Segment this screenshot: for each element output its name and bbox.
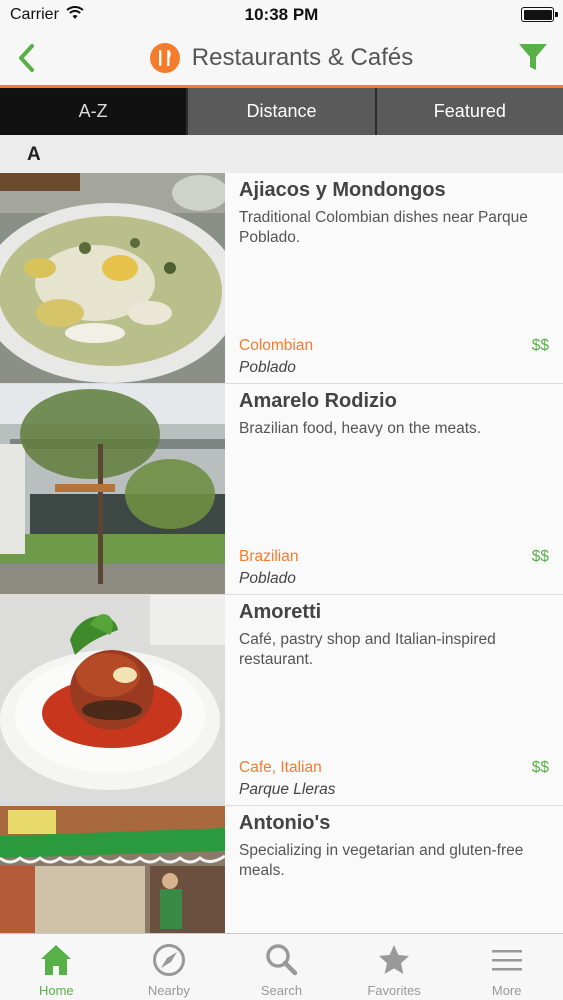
fork-knife-icon [149,42,180,73]
restaurant-name: Antonio's [239,812,331,834]
restaurant-row[interactable]: Amarelo Rodizio Brazilian food, heavy on… [0,384,563,595]
tab-search[interactable]: Search [225,934,338,1000]
star-icon [379,945,410,974]
storefront-photo [0,806,225,933]
battery-icon [521,7,558,22]
search-icon [266,944,298,976]
tab-label: Home [38,983,74,998]
segment-featured[interactable]: Featured [374,88,563,135]
restaurant-cuisine: Cafe, Italian [239,759,322,776]
restaurant-price: $$ [531,548,549,565]
restaurant-area: Poblado [239,359,296,376]
dish-photo [0,595,225,805]
restaurant-description: Traditional Colombian dishes near Parque… [239,209,528,246]
home-icon [41,945,72,975]
navigation-bar: Restaurants & Cafés [0,30,563,85]
restaurant-name: Amarelo Rodizio [239,390,397,412]
restaurant-price: $$ [531,759,549,776]
compass-icon [152,944,185,976]
restaurant-description: Brazilian food, heavy on the meats. [239,420,482,437]
clock: 10:38 PM [244,5,319,24]
restaurant-area: Poblado [239,570,296,587]
tab-label: Favorites [367,983,421,998]
restaurant-list: Ajiacos y Mondongos Traditional Colombia… [0,173,563,933]
restaurant-name: Amoretti [239,601,322,623]
tab-nearby[interactable]: Nearby [113,934,226,1000]
restaurant-area: Parque Lleras [239,781,336,798]
tab-bar: Home Nearby Search Favorites More [0,933,563,1000]
soup-photo [0,173,225,383]
restaurant-row[interactable]: Antonio's Specializing in vegetarian and… [0,806,563,933]
status-bar: Carrier 10:38 PM [0,0,563,30]
nav-title-group: Restaurants & Cafés [0,30,563,85]
restaurant-description: Café, pastry shop and Italian-inspired r… [239,631,496,668]
tab-label: Search [260,983,303,998]
restaurant-cuisine: Brazilian [239,548,299,565]
tab-home[interactable]: Home [0,934,113,1000]
building-photo [0,384,225,594]
filter-icon[interactable] [517,40,549,74]
restaurant-row[interactable]: Amoretti Café, pastry shop and Italian-i… [0,595,563,806]
segment-a-z[interactable]: A-Z [0,88,187,135]
restaurant-description: Specializing in vegetarian and gluten-fr… [239,842,524,879]
tab-label: More [491,983,522,998]
tab-more[interactable]: More [450,934,563,1000]
sort-segmented-control: A-Z Distance Featured [0,88,563,135]
restaurant-name: Ajiacos y Mondongos [239,179,446,201]
section-header: A [0,135,563,173]
tab-label: Nearby [147,983,190,998]
section-letter: A [27,144,41,165]
tab-favorites[interactable]: Favorites [338,934,451,1000]
menu-icon [491,950,522,971]
restaurant-cuisine: Colombian [239,337,314,354]
segment-distance[interactable]: Distance [186,88,375,135]
restaurant-price: $$ [531,337,549,354]
restaurant-row[interactable]: Ajiacos y Mondongos Traditional Colombia… [0,173,563,384]
page-title: Restaurants & Cafés [191,43,414,71]
